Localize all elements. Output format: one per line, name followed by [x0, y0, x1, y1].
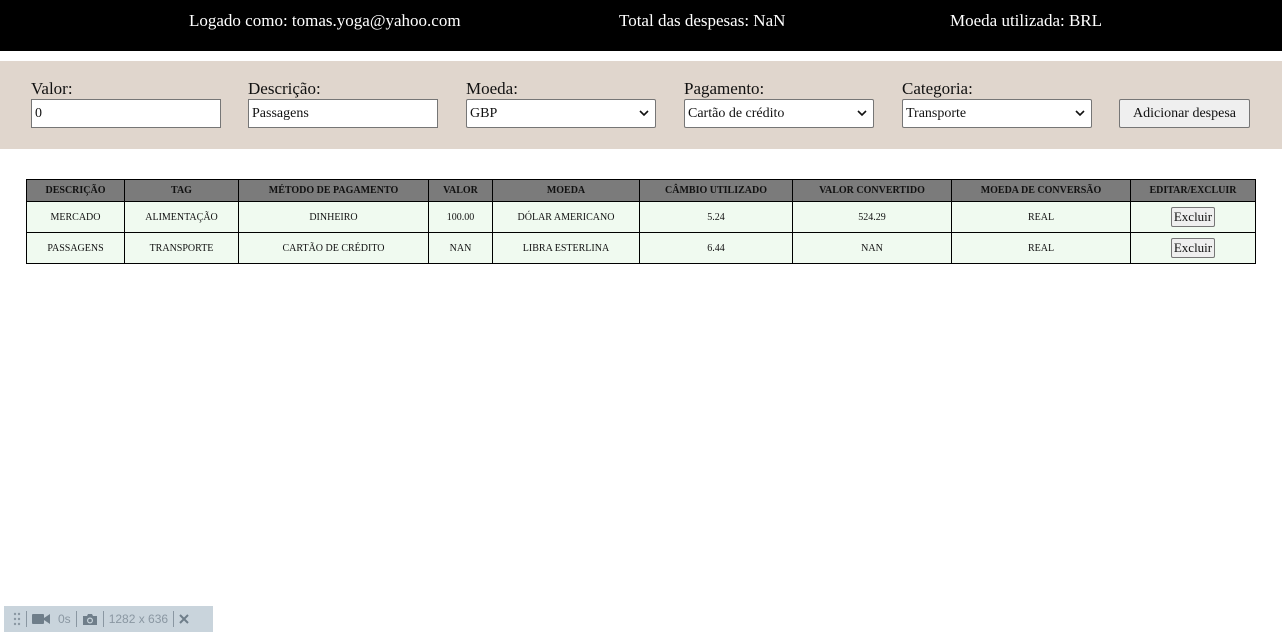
table-cell: NaN: [428, 232, 493, 264]
valor-label: Valor:: [31, 79, 73, 98]
divider: [75, 611, 77, 627]
table-cell: Excluir: [1130, 201, 1256, 233]
pagamento-field: Pagamento: Cartão de crédito: [684, 79, 874, 128]
expense-form: Valor: 0 Descrição: Passagens Moeda: GBP…: [0, 61, 1282, 149]
table-cell: Libra Esterlina: [492, 232, 640, 264]
chevron-down-icon: [1075, 110, 1085, 117]
column-header: Editar/Excluir: [1130, 179, 1256, 202]
delete-button[interactable]: Excluir: [1170, 207, 1216, 227]
camera-icon[interactable]: [82, 613, 98, 626]
column-header: Valor: [428, 179, 493, 202]
divider: [173, 611, 175, 627]
table-cell: 524.29: [792, 201, 952, 233]
video-camera-icon[interactable]: [32, 613, 50, 625]
column-header: Tag: [124, 179, 239, 202]
timer-text: 0s: [58, 612, 71, 626]
add-expense-button[interactable]: Adicionar despesa: [1119, 99, 1250, 128]
expenses-table: Descrição Tag Método de pagamento Valor …: [26, 179, 1256, 264]
table-header-row: Descrição Tag Método de pagamento Valor …: [26, 179, 1256, 202]
table-row: Passagens Transporte Cartão de crédito N…: [26, 232, 1256, 264]
categoria-label: Categoria:: [902, 79, 973, 98]
table-cell: 100.00: [428, 201, 493, 233]
descricao-input[interactable]: Passagens: [248, 99, 438, 128]
column-header: Moeda de conversão: [951, 179, 1131, 202]
descricao-label: Descrição:: [248, 79, 321, 98]
table-cell: Mercado: [26, 201, 125, 233]
column-header: Descrição: [26, 179, 125, 202]
divider: [102, 611, 104, 627]
table-cell: Real: [951, 201, 1131, 233]
drag-handle-icon[interactable]: [13, 612, 21, 626]
moeda-label: Moeda:: [466, 79, 518, 98]
divider: [26, 611, 27, 627]
table-cell: Excluir: [1130, 232, 1256, 264]
moeda-select-value: GBP: [470, 105, 498, 121]
column-header: Câmbio utilizado: [639, 179, 793, 202]
column-header: Valor convertido: [792, 179, 952, 202]
categoria-field: Categoria: Transporte: [902, 79, 1092, 128]
pagamento-select-value: Cartão de crédito: [688, 105, 785, 121]
table-cell: Dólar Americano: [492, 201, 640, 233]
categoria-select-value: Transporte: [906, 105, 967, 121]
table-row: Mercado Alimentação Dinheiro 100.00 Dóla…: [26, 201, 1256, 233]
pagamento-select[interactable]: Cartão de crédito: [684, 99, 874, 128]
table-cell: Passagens: [26, 232, 125, 264]
close-icon[interactable]: [179, 614, 189, 624]
categoria-select[interactable]: Transporte: [902, 99, 1092, 128]
pagamento-label: Pagamento:: [684, 79, 765, 98]
top-header: Logado como: tomas.yoga@yahoo.com Total …: [0, 0, 1282, 51]
screen-size-text: 1282 x 636: [108, 612, 169, 626]
chevron-down-icon: [857, 110, 867, 117]
table-cell: Cartão de crédito: [238, 232, 429, 264]
recorder-toolbar: 0s 1282 x 636: [4, 606, 213, 632]
chevron-down-icon: [639, 110, 649, 117]
moeda-field: Moeda: GBP: [466, 79, 656, 128]
table-cell: 5.24: [639, 201, 793, 233]
logged-user-text: Logado como: tomas.yoga@yahoo.com: [189, 11, 461, 30]
table-cell: Real: [951, 232, 1131, 264]
table-cell: Dinheiro: [238, 201, 429, 233]
currency-text: Moeda utilizada: BRL: [950, 11, 1103, 30]
table-cell: Transporte: [124, 232, 239, 264]
delete-button[interactable]: Excluir: [1170, 238, 1216, 258]
descricao-field: Descrição: Passagens: [248, 79, 438, 128]
valor-input[interactable]: 0: [31, 99, 221, 128]
table-cell: 6.44: [639, 232, 793, 264]
moeda-select[interactable]: GBP: [466, 99, 656, 128]
column-header: Moeda: [492, 179, 640, 202]
total-expenses-text: Total das despesas: NaN: [619, 11, 786, 30]
column-header: Método de pagamento: [238, 179, 429, 202]
table-cell: NaN: [792, 232, 952, 264]
valor-field: Valor: 0: [31, 79, 221, 128]
table-cell: Alimentação: [124, 201, 239, 233]
